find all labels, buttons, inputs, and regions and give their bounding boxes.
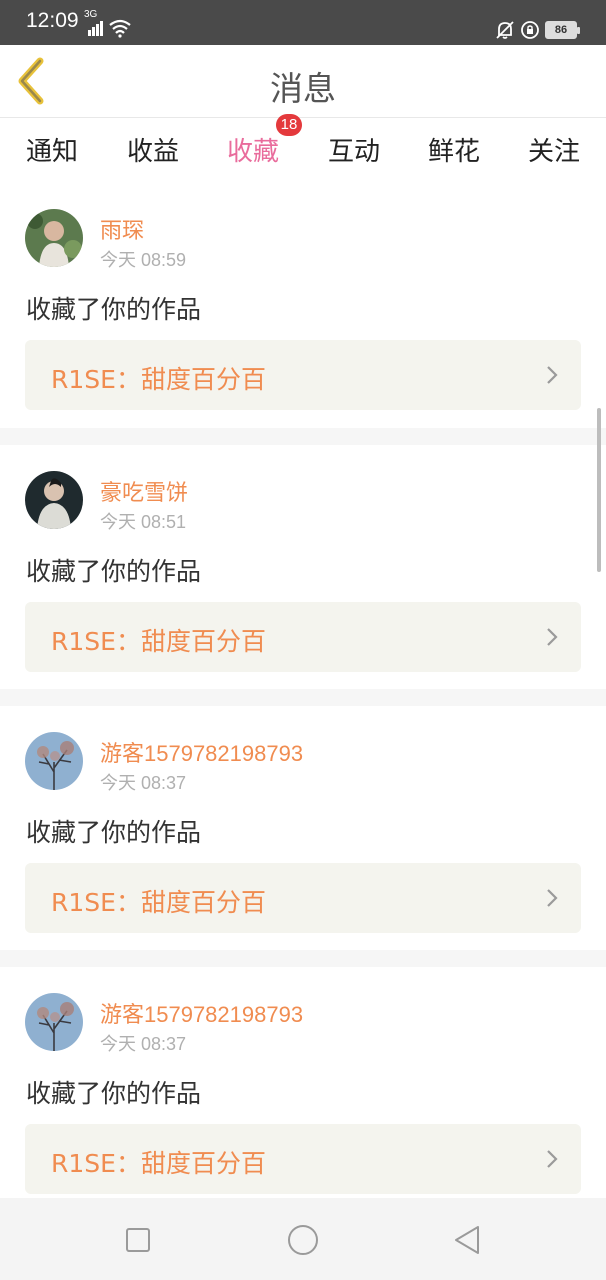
- tab-label: 通知: [25, 137, 78, 167]
- list-item: 雨琛 今天 08:59 收藏了你的作品 R1SE：甜度百分百: [0, 183, 606, 427]
- rotation-lock-icon: [521, 21, 539, 39]
- app-header: 消息: [0, 45, 606, 118]
- tab-flowers[interactable]: 鲜花: [414, 131, 494, 168]
- message-action: 收藏了你的作品: [26, 295, 202, 324]
- message-time: 今天 08:37: [100, 773, 187, 793]
- unread-badge: 18: [276, 114, 302, 136]
- avatar[interactable]: [25, 993, 83, 1051]
- status-time: 12:09: [26, 9, 79, 32]
- message-action: 收藏了你的作品: [26, 557, 202, 586]
- divider: [0, 950, 606, 967]
- tab-label: 鲜花: [427, 137, 480, 167]
- message-time: 今天 08:51: [100, 512, 187, 532]
- avatar[interactable]: [25, 471, 83, 529]
- tab-notice[interactable]: 通知: [12, 131, 92, 168]
- divider: [0, 428, 606, 445]
- scrollbar[interactable]: [597, 408, 601, 572]
- status-bar: 12:09 3G 86: [0, 0, 606, 45]
- tab-label: 关注: [527, 137, 580, 167]
- tab-label: 收益: [126, 137, 179, 167]
- tab-bar: 通知 收益 收藏 互动 鲜花 关注: [0, 119, 606, 187]
- work-link[interactable]: R1SE：甜度百分百: [25, 863, 581, 933]
- tab-favorites[interactable]: 收藏: [213, 131, 293, 187]
- page-title: 消息: [270, 69, 336, 108]
- tab-interaction[interactable]: 互动: [314, 131, 394, 168]
- message-time: 今天 08:59: [100, 250, 187, 270]
- message-time: 今天 08:37: [100, 1034, 187, 1054]
- work-link[interactable]: R1SE：甜度百分百: [25, 1124, 581, 1194]
- home-icon[interactable]: [283, 1220, 323, 1260]
- system-nav-bar: [0, 1198, 606, 1280]
- avatar[interactable]: [25, 209, 83, 267]
- work-link[interactable]: R1SE：甜度百分百: [25, 602, 581, 672]
- tab-follow[interactable]: 关注: [514, 131, 594, 168]
- wifi-icon: [109, 19, 131, 38]
- work-title: R1SE：甜度百分百: [51, 627, 266, 656]
- tab-earnings[interactable]: 收益: [113, 131, 193, 168]
- list-item: 豪吃雪饼 今天 08:51 收藏了你的作品 R1SE：甜度百分百: [0, 445, 606, 689]
- divider: [0, 689, 606, 706]
- back-triangle-icon[interactable]: [448, 1220, 488, 1260]
- username[interactable]: 豪吃雪饼: [100, 475, 188, 507]
- avatar[interactable]: [25, 732, 83, 790]
- signal-icon: [88, 21, 103, 36]
- work-link[interactable]: R1SE：甜度百分百: [25, 340, 581, 410]
- chevron-right-icon: [547, 628, 558, 646]
- list-item: 游客1579782198793 今天 08:37 收藏了你的作品 R1SE：甜度…: [0, 967, 606, 1211]
- username[interactable]: 雨琛: [100, 213, 144, 245]
- chevron-right-icon: [547, 889, 558, 907]
- recent-apps-icon[interactable]: [118, 1220, 158, 1260]
- list-item: 游客1579782198793 今天 08:37 收藏了你的作品 R1SE：甜度…: [0, 706, 606, 950]
- username[interactable]: 游客1579782198793: [100, 997, 303, 1029]
- chevron-right-icon: [547, 1150, 558, 1168]
- battery-level: 86: [547, 23, 575, 37]
- battery-icon: 86: [545, 21, 580, 39]
- work-title: R1SE：甜度百分百: [51, 1149, 266, 1178]
- work-title: R1SE：甜度百分百: [51, 365, 266, 394]
- tab-label: 收藏: [226, 137, 279, 167]
- message-action: 收藏了你的作品: [26, 818, 202, 847]
- work-title: R1SE：甜度百分百: [51, 888, 266, 917]
- message-action: 收藏了你的作品: [26, 1079, 202, 1108]
- chevron-right-icon: [547, 366, 558, 384]
- mute-icon: [496, 21, 514, 39]
- network-type: 3G: [84, 9, 98, 20]
- username[interactable]: 游客1579782198793: [100, 736, 303, 768]
- tab-label: 互动: [327, 137, 380, 167]
